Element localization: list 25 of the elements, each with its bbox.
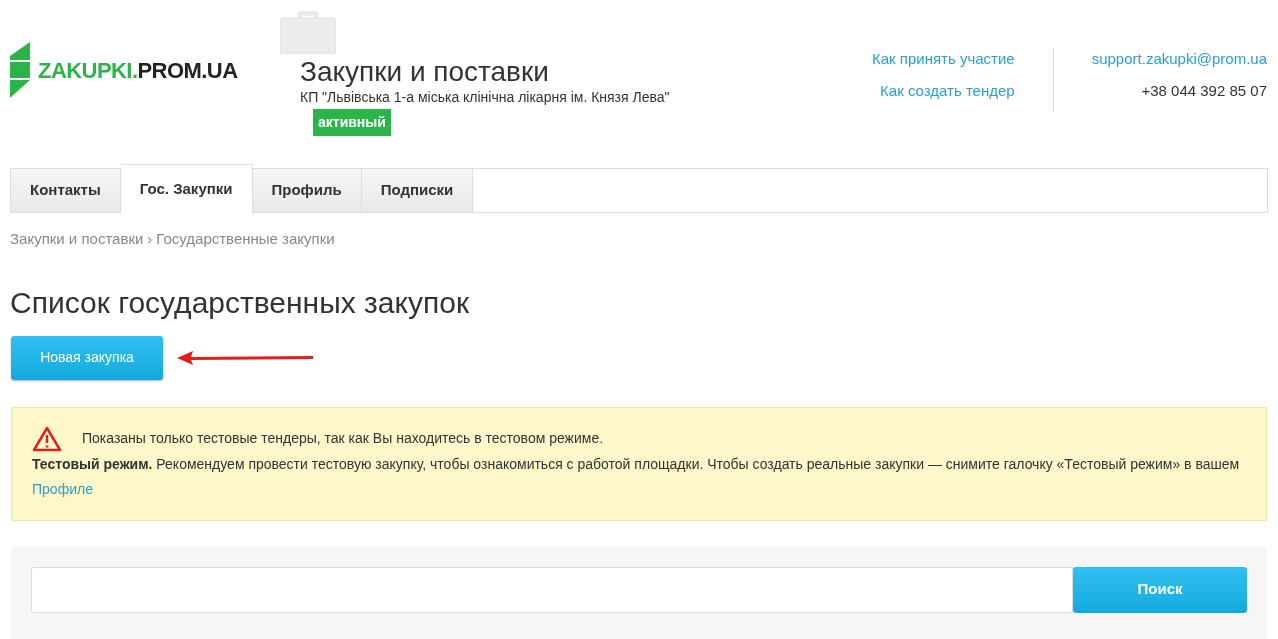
- tab[interactable]: Гос. Закупки: [120, 164, 253, 214]
- help-link[interactable]: Как создать тендер: [880, 79, 1015, 102]
- alert-message: Показаны только тестовые тендеры, так как Вы находитесь в тестовом режиме.: [82, 429, 604, 448]
- breadcrumb-link[interactable]: Государственные закупки: [156, 228, 335, 251]
- page-heading: Список государственных закупок: [10, 284, 470, 321]
- profile-link[interactable]: Профиле: [32, 480, 93, 497]
- breadcrumb-link[interactable]: Закупки и поставки: [10, 228, 144, 251]
- email-link[interactable]: support.zakupki@prom.ua: [1091, 48, 1267, 71]
- logo-icon: [10, 42, 30, 98]
- tab[interactable]: Контакты: [11, 169, 121, 212]
- company-name: КП "Львівська 1-а міська клінічна лікарня ім. Князя Лева": [300, 88, 670, 106]
- new-purchase-button[interactable]: Новая закупка: [11, 335, 163, 380]
- warning-icon: [32, 425, 62, 452]
- tab[interactable]: Подписки: [361, 169, 474, 212]
- alert-text: Тестовый режим. Рекомендуем провести тестовую закупку, чтобы ознакомиться с работой площадки. Чтобы создать реальные закупки — снимите галочку «Тестовый режим» в вашем Профиле: [32, 454, 1241, 499]
- search-button[interactable]: Поиск: [1073, 566, 1247, 613]
- status-badge: активный: [313, 109, 391, 136]
- logo-text[interactable]: ZAKUPKI.PROM.UA: [38, 53, 238, 87]
- company-title: Закупки и поставки: [300, 56, 550, 88]
- tab[interactable]: Профиль: [252, 169, 362, 212]
- breadcrumb-separator: ›: [147, 229, 153, 249]
- search-field[interactable]: [31, 566, 1073, 613]
- briefcase-icon: [280, 10, 336, 54]
- phone-number: +38 044 392 85 07: [1141, 80, 1267, 101]
- help-link[interactable]: Как принять участие: [872, 48, 1015, 71]
